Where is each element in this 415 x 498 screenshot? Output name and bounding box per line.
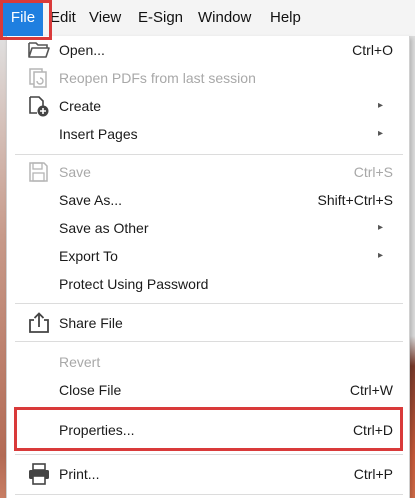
menu-item-save[interactable]: Save Ctrl+S [7, 158, 409, 186]
menu-item-share-file[interactable]: Share File [7, 309, 409, 337]
menu-view[interactable]: View [89, 0, 121, 36]
menu-item-label: Share File [59, 315, 123, 331]
menu-item-create[interactable]: Create ▸ [7, 92, 409, 120]
menu-item-save-as[interactable]: Save As... Shift+Ctrl+S [7, 186, 409, 214]
submenu-arrow-icon: ▸ [377, 100, 383, 111]
menu-item-shortcut: Ctrl+P [353, 466, 393, 482]
menu-separator [15, 408, 403, 409]
menu-item-label: Open... [59, 42, 105, 58]
menu-item-label: Create [59, 98, 102, 114]
menu-item-reopen-pdfs[interactable]: Reopen PDFs from last session [7, 64, 409, 92]
file-menu-dropdown: Open... Ctrl+O Reopen PDFs from last ses… [6, 36, 410, 498]
menu-item-label: Revert [59, 354, 101, 370]
share-icon [27, 312, 51, 334]
submenu-arrow-icon: ▸ [377, 222, 383, 233]
menu-separator [15, 454, 403, 455]
menu-item-protect-using-password[interactable]: Protect Using Password [7, 270, 409, 298]
menu-item-label: Protect Using Password [59, 276, 209, 292]
menu-separator [15, 341, 403, 342]
menu-item-label: Close File [59, 382, 122, 398]
menu-e-sign[interactable]: E-Sign [138, 0, 183, 36]
menu-item-label: Reopen PDFs from last session [59, 70, 256, 86]
menu-window[interactable]: Window [198, 0, 251, 36]
menu-item-save-as-other[interactable]: Save as Other ▸ [7, 214, 409, 242]
menu-item-label: Save as Other [59, 220, 149, 236]
menu-item-open[interactable]: Open... Ctrl+O [7, 36, 409, 64]
menu-file[interactable]: File [3, 0, 43, 36]
save-icon [27, 161, 51, 183]
menu-item-insert-pages[interactable]: Insert Pages ▸ [7, 120, 409, 148]
menu-separator [15, 154, 403, 155]
open-folder-icon [27, 39, 51, 61]
menu-item-label: Properties... [59, 422, 135, 438]
menu-item-label: Save [59, 164, 91, 180]
menu-item-label: Export To [59, 248, 118, 264]
menu-help[interactable]: Help [270, 0, 301, 36]
menu-edit[interactable]: Edit [50, 0, 76, 36]
menu-item-shortcut: Ctrl+D [352, 422, 393, 438]
menu-item-shortcut: Ctrl+S [353, 164, 393, 180]
menu-separator [15, 494, 403, 495]
submenu-arrow-icon: ▸ [377, 128, 383, 139]
menu-item-label: Save As... [59, 192, 123, 208]
menu-item-shortcut: Ctrl+O [352, 42, 393, 58]
menu-item-label: Insert Pages [59, 126, 138, 142]
menu-item-shortcut: Ctrl+W [349, 382, 393, 398]
menu-item-shortcut: Shift+Ctrl+S [317, 192, 393, 208]
menu-item-print[interactable]: Print... Ctrl+P [7, 460, 409, 488]
menu-item-properties[interactable]: Properties... Ctrl+D [7, 416, 409, 444]
print-icon [27, 463, 51, 485]
menu-bar: File Edit View E-Sign Window Help [0, 0, 415, 37]
submenu-arrow-icon: ▸ [377, 250, 383, 261]
menu-item-label: Print... [59, 466, 100, 482]
create-icon [27, 95, 51, 117]
menu-item-export-to[interactable]: Export To ▸ [7, 242, 409, 270]
reopen-icon [27, 67, 51, 89]
menu-separator [15, 303, 403, 304]
menu-item-revert[interactable]: Revert [7, 348, 409, 376]
menu-item-close-file[interactable]: Close File Ctrl+W [7, 376, 409, 404]
